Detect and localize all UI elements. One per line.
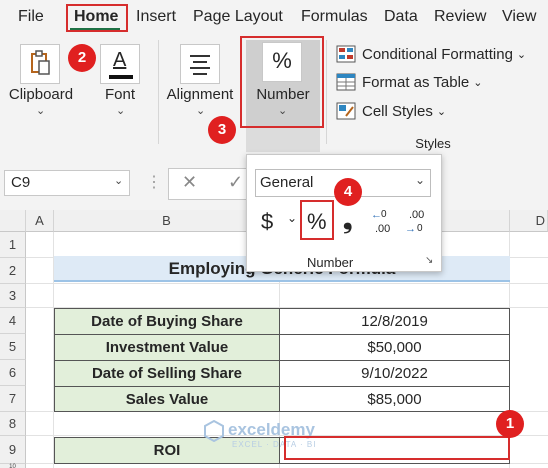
select-all-corner[interactable] <box>0 210 26 232</box>
name-box[interactable]: C9 <box>4 170 130 196</box>
currency-icon[interactable]: $ <box>261 209 273 235</box>
conditional-formatting-button[interactable]: Conditional Formatting ⌄ <box>336 42 526 66</box>
row-header[interactable]: 2 <box>0 258 26 284</box>
format-as-table-button[interactable]: Format as Table ⌄ <box>336 70 483 94</box>
tab-page-layout[interactable]: Page Layout <box>193 0 283 34</box>
number-format-popup: General ⌄ $ ⌄ % ❟ ← 0 .00 .00 → 0 Number… <box>246 154 442 272</box>
number-group-bottom <box>246 126 320 152</box>
more-options-icon: ⋮ <box>146 174 162 191</box>
row-header[interactable]: 9 <box>0 436 26 464</box>
table-label-cell[interactable]: Date of Selling Share <box>54 360 280 387</box>
chevron-down-icon[interactable]: ⌄ <box>287 211 297 225</box>
decrease-decimal-bottom: 0 <box>417 223 423 234</box>
highlight-percent-button <box>300 200 334 240</box>
dialog-launcher-icon[interactable]: ↘ <box>425 255 433 266</box>
chevron-down-icon[interactable]: ⌄ <box>36 104 45 117</box>
row-header[interactable]: 6 <box>0 360 26 386</box>
row-header[interactable]: 4 <box>0 308 26 334</box>
cancel-icon[interactable]: ✕ <box>182 172 197 193</box>
table-label-cell[interactable]: Investment Value <box>54 334 280 361</box>
step-badge-2: 2 <box>68 44 96 72</box>
popup-group-label: Number <box>307 255 354 270</box>
conditional-formatting-icon <box>336 45 356 63</box>
styles-group-label: Styles <box>415 136 451 151</box>
exceldemy-logo-icon <box>204 419 224 443</box>
enter-icon[interactable]: ✓ <box>228 172 243 193</box>
chevron-down-icon[interactable]: ⌄ <box>415 173 425 187</box>
chevron-down-icon[interactable]: ⌄ <box>196 104 205 117</box>
font-label[interactable]: Font <box>96 86 144 103</box>
font-glyph: A <box>113 49 127 71</box>
tab-review[interactable]: Review <box>434 0 486 34</box>
comma-style-icon[interactable]: ❟ <box>343 207 352 235</box>
font-color-bar <box>109 75 133 79</box>
increase-decimal-label: .00 <box>375 223 391 235</box>
row-header[interactable]: 5 <box>0 334 26 360</box>
chevron-down-icon: ⌄ <box>516 48 527 61</box>
divider <box>326 40 327 144</box>
cell-styles-button[interactable]: Cell Styles ⌄ <box>336 99 446 123</box>
table-value-cell[interactable]: 9/10/2022 <box>279 360 510 387</box>
row-header[interactable]: 3 <box>0 284 26 308</box>
alignment-label[interactable]: Alignment <box>160 86 240 103</box>
table-value-cell[interactable]: $50,000 <box>279 334 510 361</box>
chevron-down-icon: ⌄ <box>473 76 483 89</box>
step-badge-3: 3 <box>208 116 236 144</box>
cell-styles-icon <box>336 102 356 120</box>
decrease-decimal-label: .00 <box>409 209 425 221</box>
highlight-number-group <box>240 36 324 128</box>
highlight-roi-cell <box>284 436 510 460</box>
decrease-decimal-button[interactable]: .00 → 0 <box>405 209 433 239</box>
alignment-icon[interactable] <box>180 44 220 84</box>
highlight-home-tab <box>66 4 128 32</box>
tab-formulas[interactable]: Formulas <box>301 0 368 34</box>
clipboard-icon[interactable] <box>20 44 60 84</box>
format-as-table-icon <box>336 73 356 91</box>
chevron-down-icon[interactable]: ⌄ <box>114 174 123 187</box>
chevron-down-icon: ⌄ <box>436 105 447 118</box>
divider <box>158 40 159 144</box>
column-header-d[interactable]: D <box>510 210 548 232</box>
row-header[interactable]: 7 <box>0 386 26 412</box>
table-label-cell[interactable]: Date of Buying Share <box>54 308 280 335</box>
format-as-table-label: Format as Table <box>362 73 470 91</box>
tab-view[interactable]: View <box>502 0 536 34</box>
tab-file[interactable]: File <box>18 0 44 34</box>
increase-decimal-top: 0 <box>381 209 387 220</box>
increase-decimal-button[interactable]: ← 0 .00 <box>371 209 397 239</box>
table-value-cell[interactable]: 12/8/2019 <box>279 308 510 335</box>
font-icon[interactable]: A <box>100 44 140 84</box>
row-header[interactable]: 8 <box>0 412 26 436</box>
gridline <box>26 283 548 284</box>
cell-styles-label: Cell Styles <box>362 102 433 120</box>
step-badge-4: 4 <box>334 178 362 206</box>
clipboard-label[interactable]: Clipboard <box>6 86 76 103</box>
tab-insert[interactable]: Insert <box>136 0 176 34</box>
table-label-cell[interactable]: Sales Value <box>54 386 280 412</box>
conditional-formatting-label: Conditional Formatting <box>362 45 513 63</box>
column-header-a[interactable]: A <box>26 210 54 232</box>
tab-data[interactable]: Data <box>384 0 418 34</box>
row-header[interactable]: 1 <box>0 232 26 258</box>
chevron-down-icon[interactable]: ⌄ <box>116 104 125 117</box>
table-value-cell[interactable]: $85,000 <box>279 386 510 412</box>
step-badge-1: 1 <box>496 410 524 438</box>
arrow-right-icon: → <box>405 223 416 235</box>
row-header[interactable]: 10 <box>0 464 26 468</box>
